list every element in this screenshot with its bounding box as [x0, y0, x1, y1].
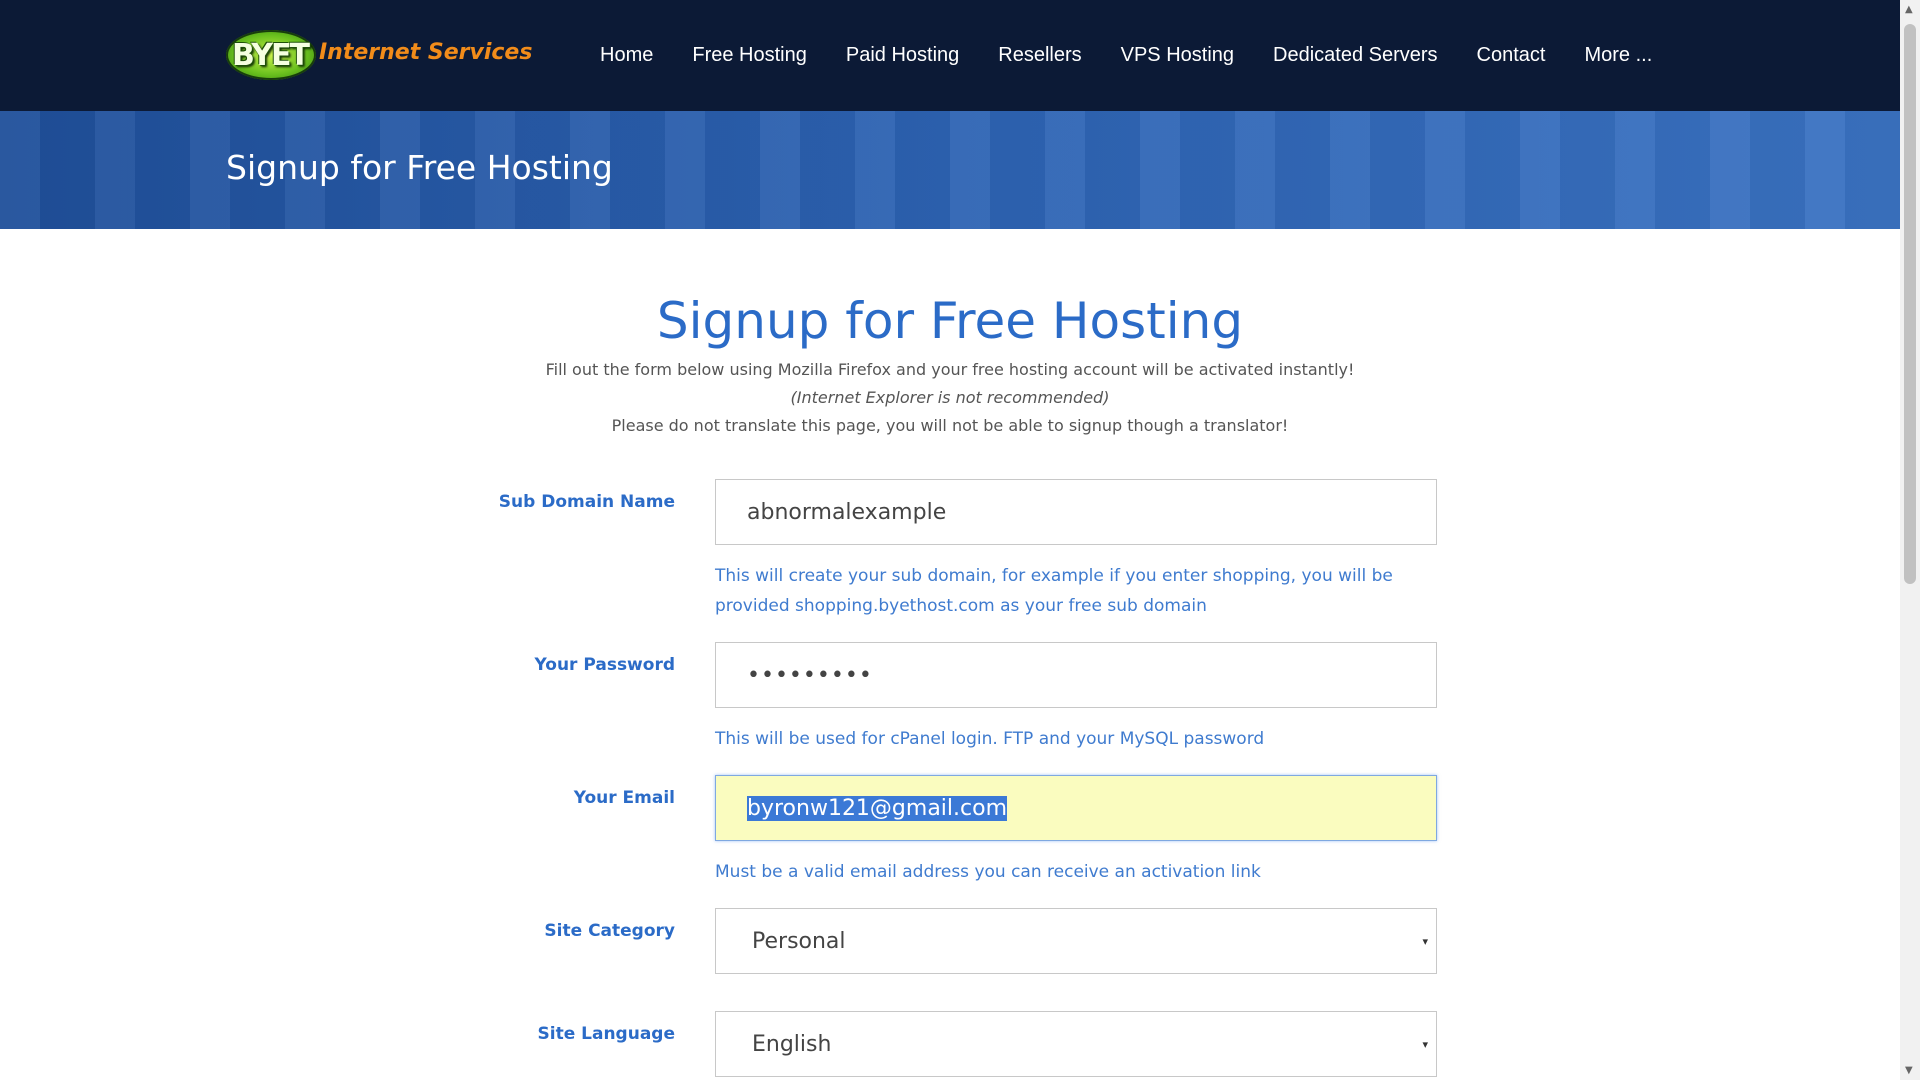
nav-vps-hosting[interactable]: VPS Hosting — [1121, 44, 1234, 67]
subdomain-help-line-1: This will create your sub domain, for ex… — [715, 566, 1393, 586]
email-input[interactable]: byronw121@gmail.com — [715, 775, 1437, 841]
intro-line-1: Fill out the form below using Mozilla Fi… — [545, 360, 1355, 379]
scroll-down-icon[interactable]: ▼ — [1905, 1065, 1913, 1076]
logo-brand-text: Internet Services — [319, 40, 533, 65]
email-label: Your Email — [573, 788, 675, 808]
site-language-value: English — [752, 1031, 832, 1057]
password-label: Your Password — [534, 655, 675, 675]
page-title: Signup for Free Hosting — [656, 292, 1244, 350]
chevron-down-icon: ▾ — [1422, 935, 1428, 948]
logo-badge: BYET — [226, 30, 316, 80]
nav-resellers[interactable]: Resellers — [998, 44, 1081, 67]
banner-title: Signup for Free Hosting — [226, 148, 613, 187]
password-help: This will be used for cPanel login. FTP … — [715, 729, 1265, 749]
site-language-label: Site Language — [537, 1024, 676, 1044]
password-input[interactable]: ••••••••• — [715, 642, 1437, 708]
site-category-value: Personal — [752, 928, 846, 954]
nav-home[interactable]: Home — [600, 44, 653, 67]
site-language-select[interactable]: English ▾ — [715, 1011, 1437, 1077]
scroll-up-icon[interactable]: ▲ — [1905, 4, 1913, 15]
email-value: byronw121@gmail.com — [747, 795, 1008, 821]
nav-more[interactable]: More ... — [1584, 44, 1652, 67]
email-help: Must be a valid email address you can re… — [715, 862, 1261, 882]
nav-free-hosting[interactable]: Free Hosting — [692, 44, 807, 67]
site-category-select[interactable]: Personal ▾ — [715, 908, 1437, 974]
intro-line-2: (Internet Explorer is not recommended) — [790, 388, 1110, 407]
top-navbar: BYET Internet Services Home Free Hosting… — [0, 0, 1900, 111]
vertical-scrollbar[interactable]: ▲ ▼ — [1900, 0, 1920, 1080]
subdomain-help-line-2: provided shopping.byethost.com as your f… — [715, 596, 1207, 616]
logo-badge-text: BYET — [232, 38, 310, 73]
subdomain-value: abnormalexample — [747, 499, 947, 525]
page-banner: Signup for Free Hosting — [0, 111, 1900, 229]
site-category-label: Site Category — [544, 921, 675, 941]
main-nav: Home Free Hosting Paid Hosting Resellers… — [600, 0, 1691, 111]
site-logo[interactable]: BYET Internet Services — [226, 26, 532, 86]
nav-contact[interactable]: Contact — [1477, 44, 1546, 67]
scrollbar-thumb[interactable] — [1904, 24, 1916, 584]
subdomain-input[interactable]: abnormalexample — [715, 479, 1437, 545]
subdomain-label: Sub Domain Name — [498, 492, 675, 512]
password-value: ••••••••• — [747, 662, 873, 688]
nav-paid-hosting[interactable]: Paid Hosting — [846, 44, 959, 67]
subdomain-help: This will create your sub domain, for ex… — [715, 561, 1435, 621]
chevron-down-icon: ▾ — [1422, 1038, 1428, 1051]
intro-line-3: Please do not translate this page, you w… — [611, 416, 1289, 435]
page: BYET Internet Services Home Free Hosting… — [0, 0, 1900, 1080]
nav-dedicated-servers[interactable]: Dedicated Servers — [1273, 44, 1438, 67]
